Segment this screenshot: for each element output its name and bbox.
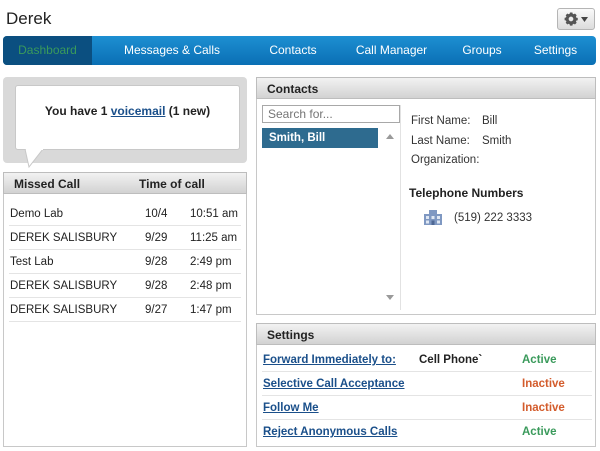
speech-bubble-tail-icon	[24, 149, 44, 169]
voicemail-suffix: (1 new)	[165, 104, 211, 118]
missed-call-row[interactable]: DEREK SALISBURY 9/29 11:25 am	[9, 226, 241, 250]
caller-name: Test Lab	[10, 256, 54, 268]
selective-call-acceptance-link[interactable]: Selective Call Acceptance	[263, 372, 404, 396]
contact-list-scrollbar[interactable]	[382, 128, 398, 306]
caller-name: Demo Lab	[10, 208, 64, 220]
divider	[400, 105, 401, 310]
call-date: 10/4	[145, 208, 168, 220]
scroll-up-icon[interactable]	[386, 134, 394, 139]
reject-anonymous-calls-link[interactable]: Reject Anonymous Calls	[263, 420, 397, 444]
contact-list-item-selected[interactable]: Smith, Bill	[262, 128, 378, 148]
main-nav: Dashboard Messages & Calls Contacts Call…	[3, 36, 596, 65]
settings-panel: Forward Immediately to: Cell Phone` Acti…	[256, 345, 596, 447]
call-date: 9/29	[145, 232, 168, 244]
caller-name: DEREK SALISBURY	[10, 280, 118, 292]
forward-target: Cell Phone`	[419, 354, 483, 366]
call-date: 9/28	[145, 256, 168, 268]
voicemail-bubble: You have 1 voicemail (1 new)	[15, 85, 240, 150]
call-time: 2:48 pm	[190, 280, 232, 292]
first-name-label: First Name:	[411, 115, 471, 127]
tab-contacts[interactable]: Contacts	[252, 36, 334, 65]
last-name-label: Last Name:	[411, 135, 470, 147]
call-time: 2:49 pm	[190, 256, 232, 268]
call-date: 9/27	[145, 304, 168, 316]
telephone-numbers-title: Telephone Numbers	[409, 186, 524, 200]
missed-calls-header: Missed Call Time of call	[3, 172, 247, 194]
tab-groups[interactable]: Groups	[449, 36, 515, 65]
missed-calls-list: Demo Lab 10/4 10:51 am DEREK SALISBURY 9…	[3, 194, 247, 447]
scroll-down-icon[interactable]	[386, 295, 394, 300]
voicemail-card: You have 1 voicemail (1 new)	[3, 77, 247, 169]
contacts-panel: Smith, Bill First Name: Bill Last Name: …	[256, 99, 596, 315]
missed-call-row[interactable]: DEREK SALISBURY 9/28 2:48 pm	[9, 274, 241, 298]
call-time: 10:51 am	[190, 208, 238, 220]
missed-call-row[interactable]: Demo Lab 10/4 10:51 am	[9, 202, 241, 226]
gear-icon	[564, 12, 578, 26]
voicemail-link[interactable]: voicemail	[111, 104, 166, 118]
last-name-value: Smith	[482, 135, 512, 147]
time-of-call-column-header: Time of call	[139, 177, 205, 191]
contact-search-input[interactable]	[262, 105, 400, 123]
telephone-number: (519) 222 3333	[454, 212, 533, 224]
caller-name: DEREK SALISBURY	[10, 304, 118, 316]
tab-dashboard[interactable]: Dashboard	[3, 36, 92, 65]
call-date: 9/28	[145, 280, 168, 292]
caller-name: DEREK SALISBURY	[10, 232, 118, 244]
first-name-value: Bill	[482, 115, 498, 127]
call-time: 1:47 pm	[190, 304, 232, 316]
tab-call-manager[interactable]: Call Manager	[334, 36, 449, 65]
follow-me-link[interactable]: Follow Me	[263, 396, 319, 420]
settings-menu-button[interactable]	[557, 8, 595, 30]
status-badge: Active	[522, 354, 557, 366]
tab-messages-calls[interactable]: Messages & Calls	[92, 36, 252, 65]
missed-call-row[interactable]: DEREK SALISBURY 9/27 1:47 pm	[9, 298, 241, 322]
status-badge: Inactive	[522, 402, 565, 414]
chevron-down-icon	[581, 16, 588, 22]
user-name: Derek	[6, 9, 52, 28]
organization-label: Organization:	[411, 154, 480, 166]
settings-row: Reject Anonymous Calls Active	[262, 420, 592, 444]
settings-row: Forward Immediately to: Cell Phone` Acti…	[262, 348, 592, 372]
settings-row: Selective Call Acceptance Inactive	[262, 372, 592, 396]
settings-header: Settings	[256, 323, 596, 345]
office-building-icon	[424, 210, 442, 225]
voicemail-prefix: You have 1	[44, 104, 111, 118]
missed-call-column-header: Missed Call	[14, 177, 81, 191]
missed-call-row[interactable]: Test Lab 9/28 2:49 pm	[9, 250, 241, 274]
call-time: 11:25 am	[190, 232, 238, 244]
voicemail-message: You have 1 voicemail (1 new)	[16, 104, 239, 118]
status-badge: Active	[522, 426, 557, 438]
forward-immediately-link[interactable]: Forward Immediately to:	[263, 348, 396, 372]
contacts-header: Contacts	[256, 77, 596, 99]
settings-row: Follow Me Inactive	[262, 396, 592, 420]
tab-settings[interactable]: Settings	[515, 36, 596, 65]
status-badge: Inactive	[522, 378, 565, 390]
